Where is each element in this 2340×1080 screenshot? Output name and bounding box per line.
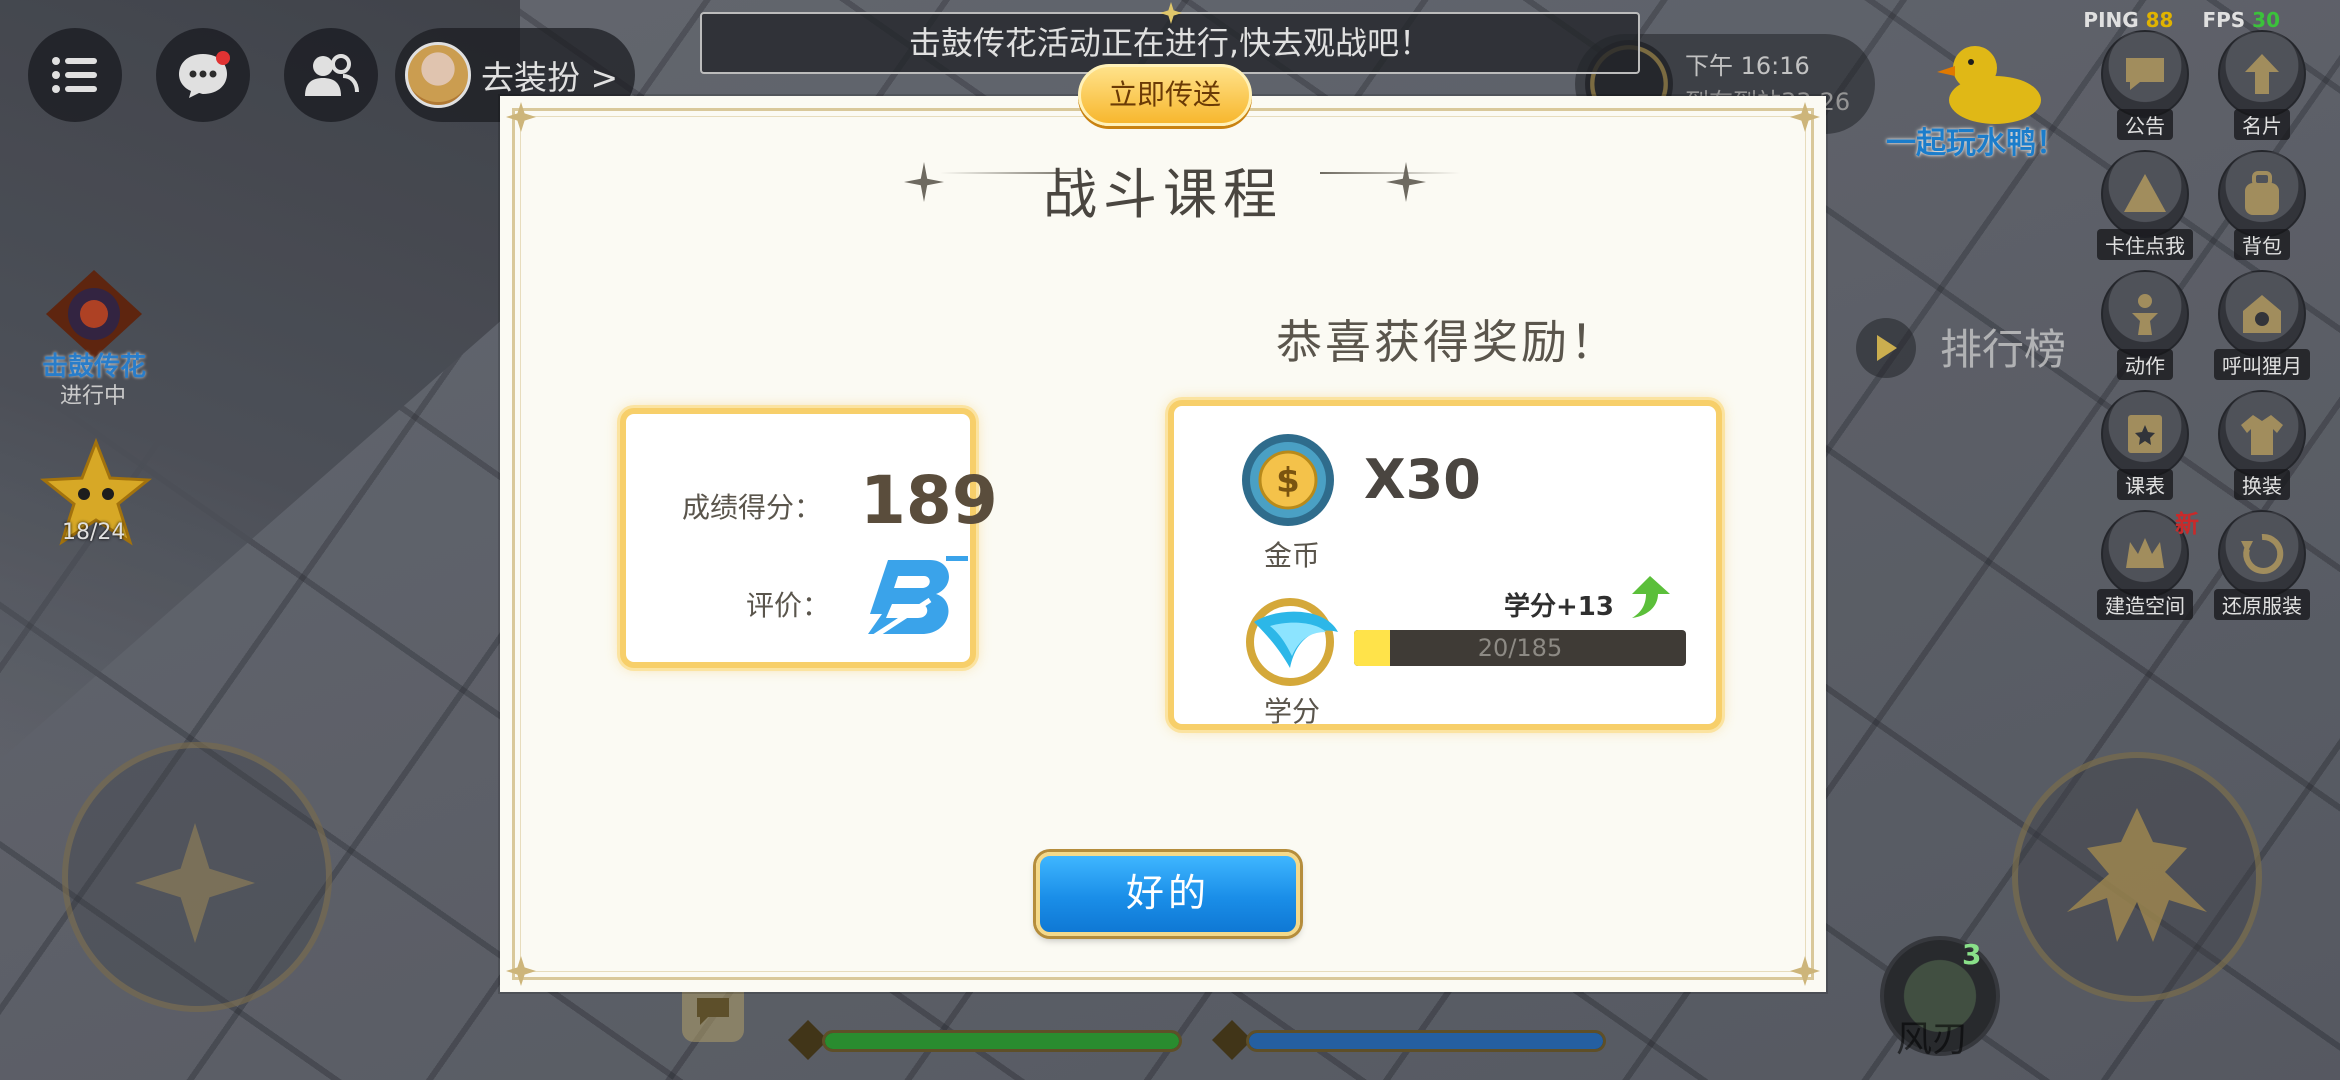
ok-button[interactable]: 好的 [1036, 852, 1300, 936]
level-up-arrow-icon [1632, 576, 1670, 618]
credit-wing-icon [1246, 598, 1338, 686]
credit-progress-text: 20/185 [1477, 634, 1563, 662]
dialog-title: 战斗课程 [1043, 163, 1283, 226]
credit-gain: 学分+13 [1504, 592, 1614, 622]
gold-coin-icon: $ [1242, 434, 1334, 526]
grade-label: 评价： [746, 589, 831, 622]
grade-b-minus-icon [868, 556, 968, 641]
coin-amount: X30 [1364, 448, 1481, 511]
title-line [1320, 172, 1460, 174]
congrats-text: 恭喜获得奖励！ [1276, 315, 1619, 369]
teleport-button[interactable]: 立即传送 [1078, 64, 1252, 126]
score-card: 成绩得分： 189 评价： [620, 408, 998, 668]
score-value: 189 [860, 462, 998, 539]
coin-label: 金币 [1264, 539, 1321, 572]
credit-progress-bar: 20/185 [1354, 630, 1686, 666]
reward-card: $ X30 金币 学分 学分+13 20/185 [1168, 400, 1722, 730]
svg-text:$: $ [1276, 461, 1300, 501]
credit-label: 学分 [1264, 695, 1321, 728]
score-label: 成绩得分： [682, 491, 823, 524]
reward-dialog: 战斗课程 恭喜获得奖励！ 成绩得分： 189 评价： $ X30 金币 学分 学… [500, 96, 1826, 992]
